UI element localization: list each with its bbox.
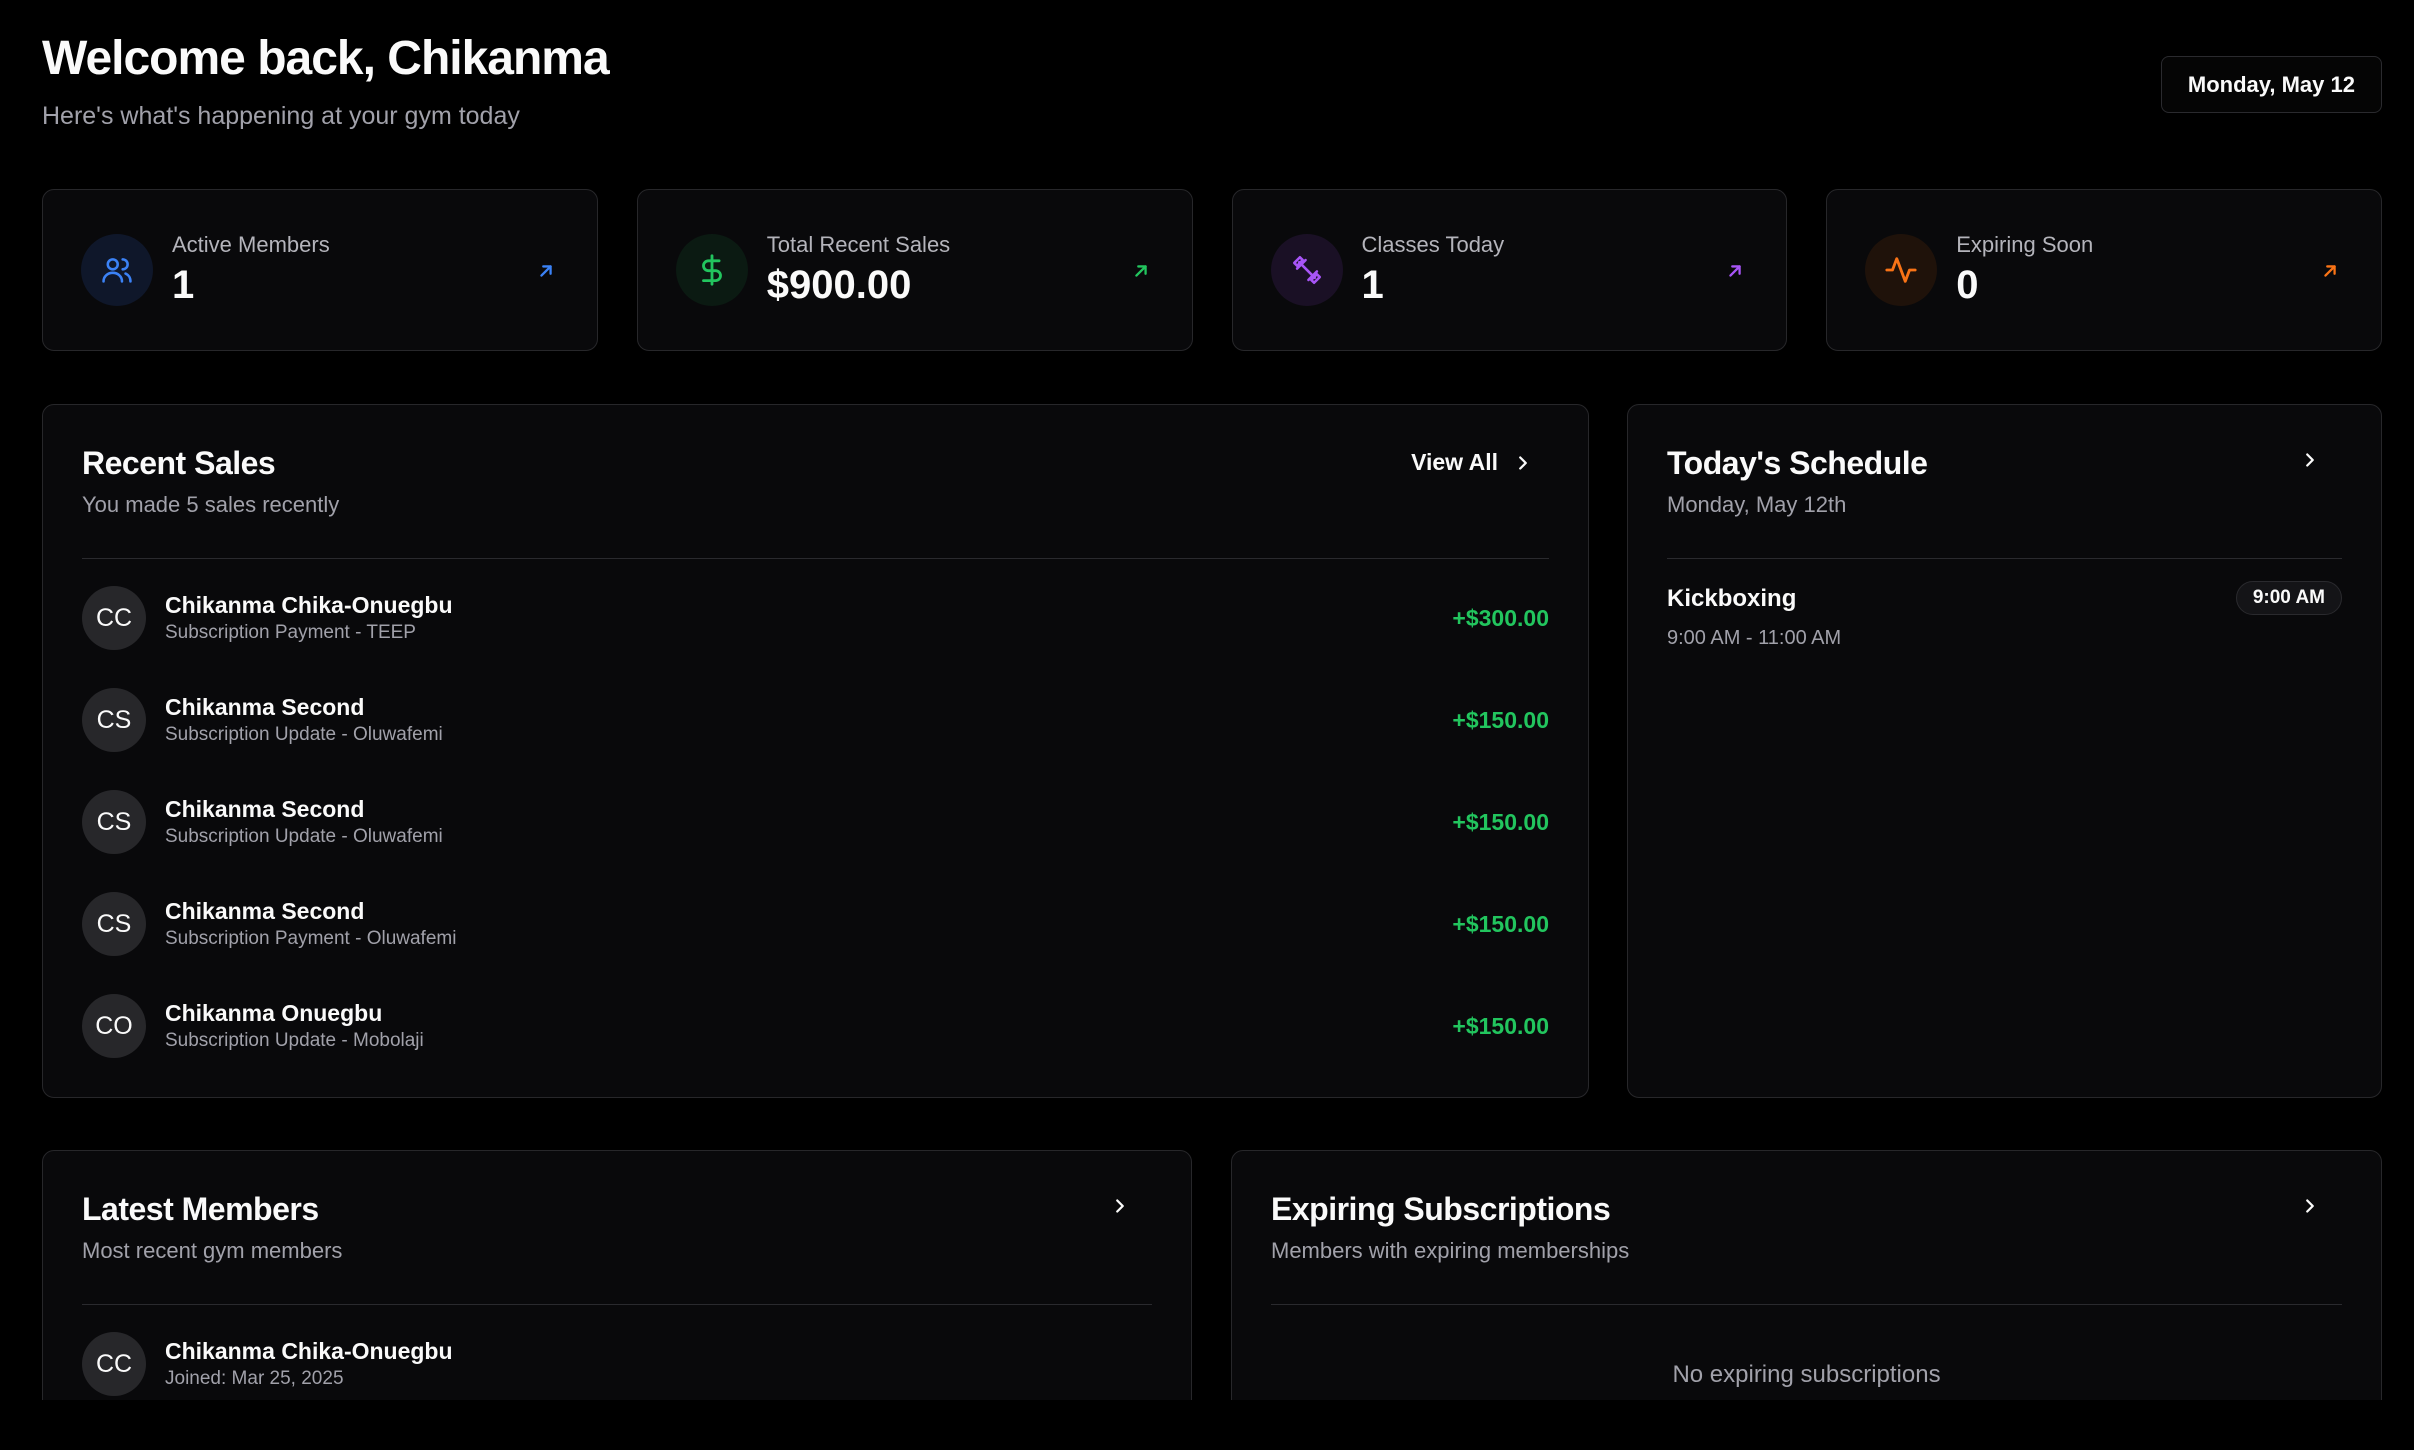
stat-card-classes-today[interactable]: Classes Today 1 [1231,189,1788,351]
avatar: CC [82,1332,146,1396]
chevron-right-icon[interactable] [2299,1195,2321,1217]
activity-icon [1865,234,1938,306]
avatar: CS [82,688,146,752]
arrow-up-right-icon [1729,265,1741,277]
stat-value: 1 [172,263,195,307]
sale-name: Chikanma Second [165,694,365,720]
date-button[interactable]: Monday, May 12 [2160,56,2382,113]
sale-amount: +$150.00 [1452,706,1549,733]
divider [82,558,1549,559]
stats-row: Active Members 1 Total Recent Sales $900… [42,189,2382,351]
dollar-icon [675,234,748,306]
sale-desc: Subscription Update - Oluwafemi [165,724,443,745]
avatar: CS [82,790,146,854]
stat-label: Total Recent Sales [766,232,951,257]
expiring-title: Expiring Subscriptions [1271,1191,1611,1227]
arrow-up-right-icon [2324,265,2336,277]
sale-desc: Subscription Payment - Oluwafemi [165,928,457,949]
viewport-bottom-edge [0,1400,2414,1450]
chevron-right-icon[interactable] [2299,449,2321,471]
avatar: CC [82,586,146,650]
view-all-button[interactable]: View All [1411,449,1534,476]
chevron-right-icon[interactable] [1109,1195,1131,1217]
sale-row[interactable]: CO Chikanma Onuegbu Subscription Update … [82,993,1549,1059]
users-icon [81,234,153,306]
latest-members-title: Latest Members [82,1191,319,1227]
stat-card-expiring-soon[interactable]: Expiring Soon 0 [1826,189,2382,351]
schedule-title: Today's Schedule [1667,445,1928,481]
stat-card-total-sales[interactable]: Total Recent Sales $900.00 [636,189,1193,351]
page-subtitle: Here's what's happening at your gym toda… [42,102,520,130]
sale-name: Chikanma Second [165,796,365,822]
arrow-up-right-icon [1134,265,1147,277]
sale-row[interactable]: CS Chikanma Second Subscription Payment … [82,891,1549,957]
sale-desc: Subscription Update - Oluwafemi [165,826,443,847]
schedule-subtitle: Monday, May 12th [1667,492,1847,517]
time-badge: 9:00 AM [2235,581,2342,615]
page-title: Welcome back, Chikanma [42,32,610,85]
sale-amount: +$300.00 [1452,604,1549,631]
dashboard-page: Welcome back, Chikanma Here's what's hap… [0,0,2414,1450]
empty-state: No expiring subscriptions [1672,1361,1941,1388]
divider [1271,1304,2342,1305]
avatar: CO [82,994,146,1058]
sale-desc: Subscription Payment - TEEP [165,622,416,643]
sale-row[interactable]: CC Chikanma Chika-Onuegbu Subscription P… [82,585,1549,651]
sale-name: Chikanma Onuegbu [165,1000,383,1026]
sale-name: Chikanma Second [165,898,365,924]
member-name: Chikanma Chika-Onuegbu [165,1338,453,1364]
stat-value: 0 [1956,263,1979,307]
view-all-label: View All [1411,449,1498,475]
page-header: Welcome back, Chikanma Here's what's hap… [42,30,610,131]
member-row[interactable]: CC Chikanma Chika-Onuegbu Joined: Mar 25… [82,1331,1152,1397]
schedule-item[interactable]: Kickboxing 9:00 AM - 11:00 AM 9:00 AM [1667,581,2342,650]
stat-label: Expiring Soon [1956,232,2094,257]
sale-row[interactable]: CS Chikanma Second Subscription Update -… [82,687,1549,753]
stat-value: $900.00 [766,263,912,307]
divider [1667,558,2342,559]
recent-sales-title: Recent Sales [82,445,276,481]
sale-amount: +$150.00 [1452,1012,1549,1039]
recent-sales-panel: Recent Sales You made 5 sales recently V… [42,404,1589,1098]
arrow-up-right-icon [540,265,552,277]
divider [82,1304,1152,1305]
chevron-right-icon [1519,455,1527,470]
class-time-range: 9:00 AM - 11:00 AM [1667,627,1842,649]
sale-amount: +$150.00 [1452,808,1549,835]
stat-value: 1 [1361,263,1384,307]
avatar: CS [82,892,146,956]
stat-label: Classes Today [1361,232,1505,257]
schedule-panel: Today's Schedule Monday, May 12th Kickbo… [1627,404,2382,1098]
member-joined: Joined: Mar 25, 2025 [165,1368,344,1389]
sale-desc: Subscription Update - Mobolaji [165,1030,424,1051]
sale-name: Chikanma Chika-Onuegbu [165,592,453,618]
latest-members-subtitle: Most recent gym members [82,1238,343,1263]
sale-row[interactable]: CS Chikanma Second Subscription Update -… [82,789,1549,855]
dumbbell-icon [1270,234,1343,306]
stat-card-active-members[interactable]: Active Members 1 [42,189,598,351]
recent-sales-subtitle: You made 5 sales recently [82,492,340,517]
expiring-subtitle: Members with expiring memberships [1271,1238,1630,1263]
sale-amount: +$150.00 [1452,910,1549,937]
stat-label: Active Members [172,232,330,257]
